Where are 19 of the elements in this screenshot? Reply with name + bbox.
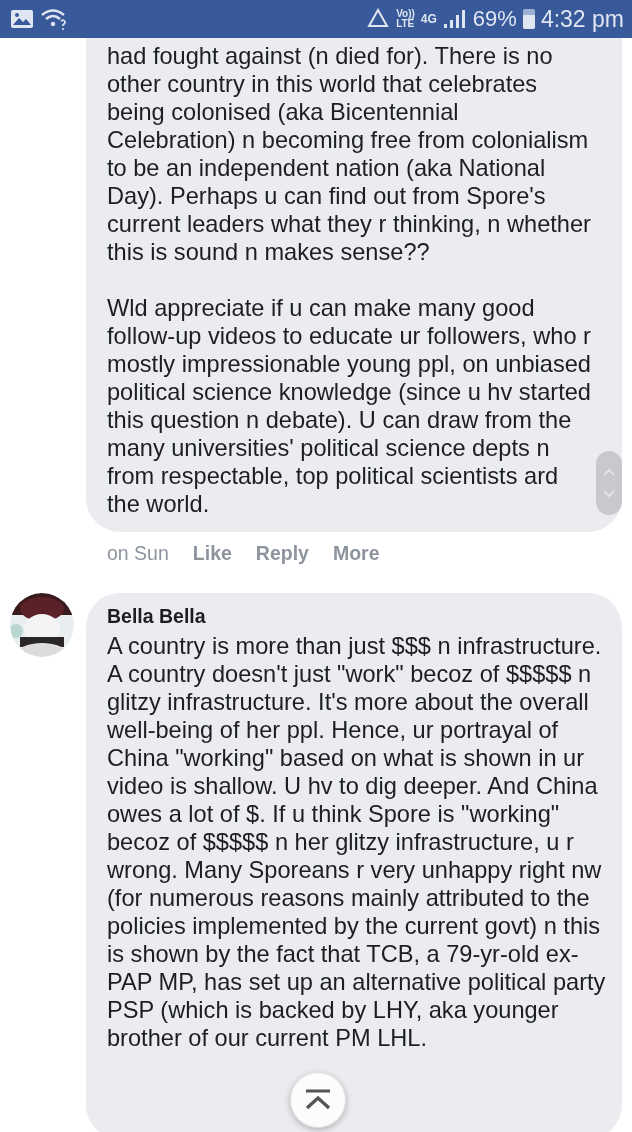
comment-text: had fought against (n died for). There is no other country in this world that celebrates being colonised (aka Bicentennial Celebration) n becoming free from colonialism to be an independent nation (aka National Day). Perhaps u can find out from Spore's current leaders what they r thinking, n whether this is sound n makes sense?? (107, 42, 592, 266)
scroll-to-top-icon (303, 1089, 333, 1111)
signal-icon (442, 9, 467, 29)
comment-time: on Sun (107, 542, 169, 565)
wifi-icon (40, 7, 68, 31)
comment-text: A country is more than just $$$ n infrastructure. A country doesn't just "work" becoz of $$$$$ n glitzy infrastructure. It's more about the overall well-being of her ppl. Hence, ur portrayal of China "working" based on what is shown in ur video is shallow. U hv to dig deeper. And China owes a lot of $. If u think Spore is "working" becoz of $$$$$ n her glitzy infrastructure, u r wrong. Many Sporeans r very unhappy right nw (for numerous reasons mainly attributed to the policies implemented by the current govt) n this is shown by the fact that TCB, a 79-yr-old ex-PAP MP, has set up an alternative political party PSP (which is backed by LHY, aka younger brother of our current PM LHL. (107, 632, 607, 1052)
author-name[interactable]: Bella Bella (107, 605, 206, 628)
network-label: 4G (420, 12, 437, 26)
comment-action-link[interactable]: Reply (255, 542, 309, 565)
scroll-handle[interactable] (596, 451, 622, 515)
battery-percent: 69% (472, 6, 517, 32)
image-icon (10, 9, 34, 29)
comment-text: Wld appreciate if u can make many good follow-up videos to educate ur followers, who r mostly impressionable young ppl, on unbiased political science knowledge (since u hv started this question n debate). U can draw from the many universities' political science depts n from respectable, top political scientists ard the world. (107, 294, 592, 518)
volte-label: LTE (396, 19, 415, 29)
clock-time: 4:32 pm (540, 5, 624, 33)
volte-label: Vo)) (396, 9, 415, 19)
comment-action-link[interactable]: Like (192, 542, 232, 565)
comment-action-link[interactable]: More (332, 542, 380, 565)
battery-icon (522, 9, 535, 29)
